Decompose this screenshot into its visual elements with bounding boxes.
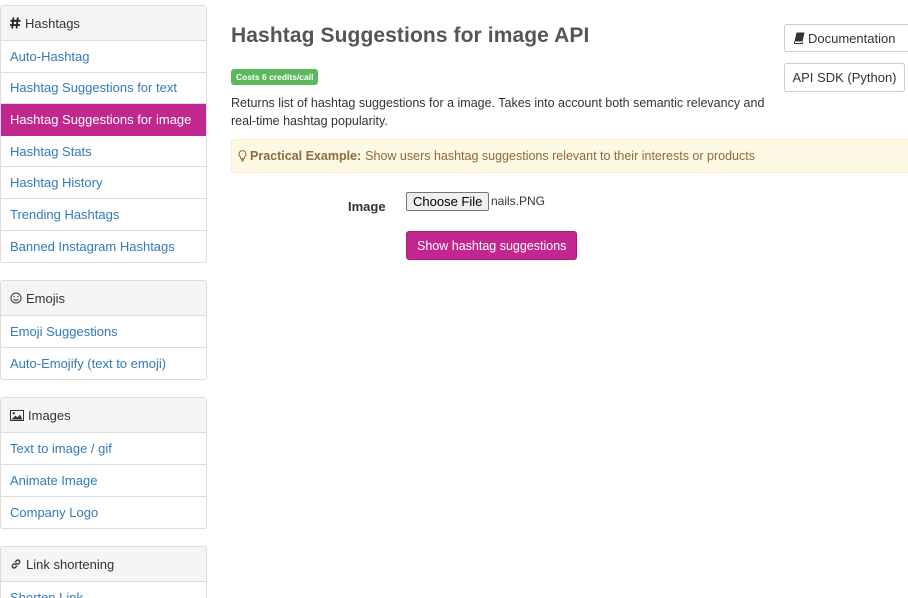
hash-icon	[10, 17, 21, 29]
image-icon	[10, 409, 24, 421]
page-title: Hashtag Suggestions for image API	[231, 24, 590, 47]
sidebar-item-text-to-image[interactable]: Text to image / gif	[1, 433, 206, 465]
sidebar-item-hashtag-suggestions-text[interactable]: Hashtag Suggestions for text	[1, 73, 206, 105]
documentation-button[interactable]: Documentation	[784, 24, 908, 52]
lightbulb-icon	[238, 150, 247, 162]
sidebar-item-hashtag-history[interactable]: Hashtag History	[1, 167, 206, 199]
documentation-label: Documentation	[808, 30, 896, 46]
sidebar-item-animate-image[interactable]: Animate Image	[1, 465, 206, 497]
practical-example-alert: Practical Example: Show users hashtag su…	[231, 139, 908, 173]
sidebar-item-auto-emojify[interactable]: Auto-Emojify (text to emoji)	[1, 348, 206, 380]
panel-images: Images Text to image / gif Animate Image…	[0, 397, 207, 530]
panel-title: Hashtags	[25, 15, 80, 31]
sidebar-item-banned-hashtags[interactable]: Banned Instagram Hashtags	[1, 231, 206, 263]
choose-file-button[interactable]: Choose File	[406, 192, 490, 211]
api-sdk-button[interactable]: API SDK (Python)	[784, 63, 905, 92]
sidebar-item-hashtag-suggestions-image[interactable]: Hashtag Suggestions for image	[1, 104, 206, 136]
smiley-icon	[10, 292, 22, 304]
main-content: Hashtag Suggestions for image API Costs …	[231, 0, 908, 598]
link-icon	[10, 558, 22, 570]
show-hashtag-suggestions-button[interactable]: Show hashtag suggestions	[406, 231, 578, 260]
panel-heading-hashtags: Hashtags	[1, 6, 206, 41]
panel-title: Link shortening	[26, 556, 115, 572]
image-label: Image	[348, 199, 386, 214]
cost-badge: Costs 6 credits/call	[231, 69, 319, 85]
book-icon	[794, 32, 805, 44]
panel-link-shortening: Link shortening Shorten Link	[0, 546, 207, 598]
panel-title: Images	[28, 407, 71, 423]
sidebar-item-hashtag-stats[interactable]: Hashtag Stats	[1, 136, 206, 168]
sidebar-item-trending-hashtags[interactable]: Trending Hashtags	[1, 199, 206, 231]
sidebar-item-auto-hashtag[interactable]: Auto-Hashtag	[1, 41, 206, 73]
panel-heading-images: Images	[1, 398, 206, 434]
panel-emojis: Emojis Emoji Suggestions Auto-Emojify (t…	[0, 280, 207, 381]
panel-hashtags: Hashtags Auto-Hashtag Hashtag Suggestion…	[0, 5, 207, 264]
panel-heading-link-shortening: Link shortening	[1, 547, 206, 583]
panel-heading-emojis: Emojis	[1, 281, 206, 317]
sidebar-item-company-logo[interactable]: Company Logo	[1, 497, 206, 529]
sidebar-item-emoji-suggestions[interactable]: Emoji Suggestions	[1, 316, 206, 348]
sidebar-item-shorten-link[interactable]: Shorten Link	[1, 582, 206, 598]
panel-title: Emojis	[26, 290, 66, 306]
selected-file-name: nails.PNG	[491, 194, 546, 208]
sidebar: Hashtags Auto-Hashtag Hashtag Suggestion…	[0, 5, 207, 598]
example-label: Practical Example:	[250, 149, 362, 163]
example-text: Show users hashtag suggestions relevant …	[365, 149, 755, 163]
api-description: Returns list of hashtag suggestions for …	[231, 96, 765, 128]
